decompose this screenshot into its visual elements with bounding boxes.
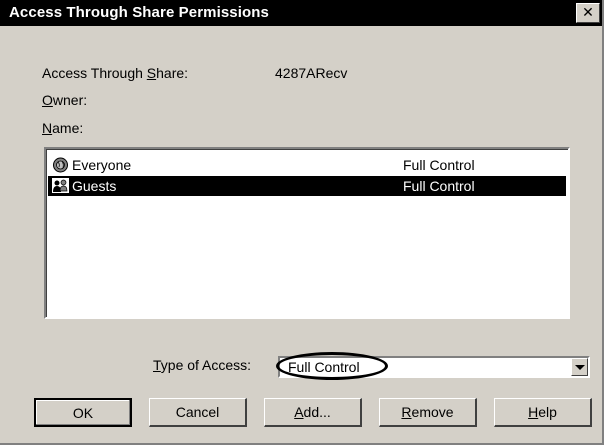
highlight-oval <box>276 352 388 380</box>
chevron-down-icon[interactable] <box>571 358 588 376</box>
list-item-guests[interactable]: Guests Full Control <box>48 176 566 196</box>
remove-button[interactable]: Remove <box>379 398 477 427</box>
type-of-access-label: Type of Access: <box>153 357 252 373</box>
help-button[interactable]: Help <box>494 398 592 427</box>
share-name-value: 4287ARecv <box>275 65 348 81</box>
principal-name: Guests <box>72 178 117 194</box>
cancel-button[interactable]: Cancel <box>149 398 247 427</box>
close-button[interactable]: ✕ <box>576 3 600 23</box>
group-icon <box>52 178 69 194</box>
ok-button[interactable]: OK <box>34 398 132 427</box>
principal-name: Everyone <box>72 157 132 173</box>
title-bar[interactable]: Access Through Share Permissions ✕ <box>0 0 602 26</box>
dialog-title: Access Through Share Permissions <box>9 4 269 21</box>
owner-label: Owner: <box>42 92 88 108</box>
share-permissions-dialog: Access Through Share Permissions ✕ Acces… <box>0 0 604 445</box>
type-of-access-select[interactable]: Full Control <box>276 352 590 380</box>
close-icon: ✕ <box>582 4 594 20</box>
name-label: Name: <box>42 120 84 136</box>
permissions-list[interactable]: Everyone Full Control Guests Full Contro… <box>44 147 570 319</box>
add-button[interactable]: Add... <box>264 398 362 427</box>
principal-access: Full Control <box>403 178 475 194</box>
share-label: Access Through Share: <box>42 65 189 81</box>
list-item-everyone[interactable]: Everyone Full Control <box>48 155 566 175</box>
globe-icon <box>53 157 68 173</box>
principal-access: Full Control <box>403 157 475 173</box>
